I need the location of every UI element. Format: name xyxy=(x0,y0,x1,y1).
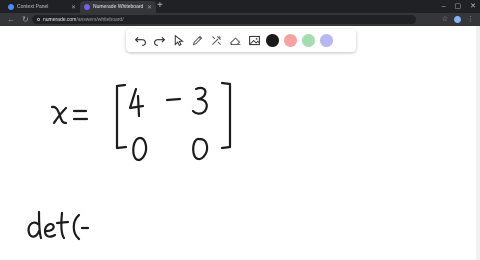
tools-icon xyxy=(211,36,221,45)
minimize-icon[interactable]: – xyxy=(442,3,446,10)
select-icon xyxy=(174,34,184,47)
ink-digit-0 xyxy=(132,136,148,162)
back-arrow-icon[interactable]: ← xyxy=(7,15,15,24)
ink-letter-e xyxy=(43,222,57,238)
color-swatch-green[interactable] xyxy=(302,34,315,47)
nav-buttons: ← ↻ xyxy=(7,15,29,24)
ink-paren xyxy=(72,213,81,241)
pen-tool-button[interactable] xyxy=(189,33,205,49)
eraser-icon xyxy=(229,37,240,46)
tab-strip: Context Panel ✕ Numerade Whiteboard ✕ + … xyxy=(0,0,480,13)
whiteboard-canvas[interactable] xyxy=(0,26,480,260)
tab-context-panel[interactable]: Context Panel ✕ xyxy=(4,1,80,13)
ink-right-bracket xyxy=(220,81,232,150)
ink-left-bracket xyxy=(115,83,128,150)
color-swatch-red[interactable] xyxy=(284,34,297,47)
ink-letter-d xyxy=(27,210,43,240)
close-icon[interactable]: ✕ xyxy=(147,4,152,11)
color-swatch-black[interactable] xyxy=(266,34,279,47)
undo-icon xyxy=(134,36,146,46)
ink-x xyxy=(52,106,68,125)
redo-icon xyxy=(153,36,165,46)
url-host: numerade.com xyxy=(43,16,77,23)
star-icon[interactable]: ☆ xyxy=(442,15,448,24)
handwriting-ink xyxy=(27,81,232,241)
window-controls: – ▢ ✕ xyxy=(442,0,476,12)
select-tool-button[interactable] xyxy=(170,33,186,49)
tab-title: Numerade Whiteboard xyxy=(93,4,144,10)
image-tool-button[interactable] xyxy=(246,33,262,49)
tab-whiteboard[interactable]: Numerade Whiteboard ✕ xyxy=(80,1,156,13)
tab-favicon-icon xyxy=(84,4,90,10)
maximize-icon[interactable]: ▢ xyxy=(455,2,462,10)
redo-button[interactable] xyxy=(151,33,167,49)
profile-icon[interactable] xyxy=(454,16,461,23)
vertical-scrollbar[interactable] xyxy=(476,26,480,260)
reload-icon[interactable]: ↻ xyxy=(22,15,29,24)
ink-minus xyxy=(165,97,182,102)
lock-icon xyxy=(37,18,40,21)
tools-button[interactable] xyxy=(208,33,224,49)
close-window-icon[interactable]: ✕ xyxy=(470,2,476,10)
tab-title: Context Panel xyxy=(17,4,49,10)
ink-digit-0 xyxy=(192,137,209,161)
ink-letter-t xyxy=(55,220,70,225)
ink-digit-4 xyxy=(136,94,141,118)
color-swatch-purple[interactable] xyxy=(320,34,333,47)
url-path: /answers/whiteboard/ xyxy=(76,16,124,23)
address-toolbar: ← ↻ numerade.com /answers/whiteboard/ ☆ … xyxy=(0,13,480,26)
menu-icon[interactable]: ⋮ xyxy=(467,15,474,24)
ink-digit-3 xyxy=(191,86,208,115)
browser-window: Context Panel ✕ Numerade Whiteboard ✕ + … xyxy=(0,0,480,260)
image-icon xyxy=(248,35,260,46)
address-bar[interactable]: numerade.com /answers/whiteboard/ xyxy=(32,15,416,24)
new-tab-button[interactable]: + xyxy=(157,1,163,11)
close-icon[interactable]: ✕ xyxy=(71,4,76,11)
undo-button[interactable] xyxy=(132,33,148,49)
eraser-tool-button[interactable] xyxy=(227,33,243,49)
tool-palette xyxy=(126,29,356,52)
ink-letter-t xyxy=(60,211,66,240)
toolbar-right: ☆ ⋮ xyxy=(442,15,474,24)
pen-icon xyxy=(192,35,202,46)
tab-favicon-icon xyxy=(8,4,14,10)
ink-digit-4 xyxy=(128,87,145,110)
